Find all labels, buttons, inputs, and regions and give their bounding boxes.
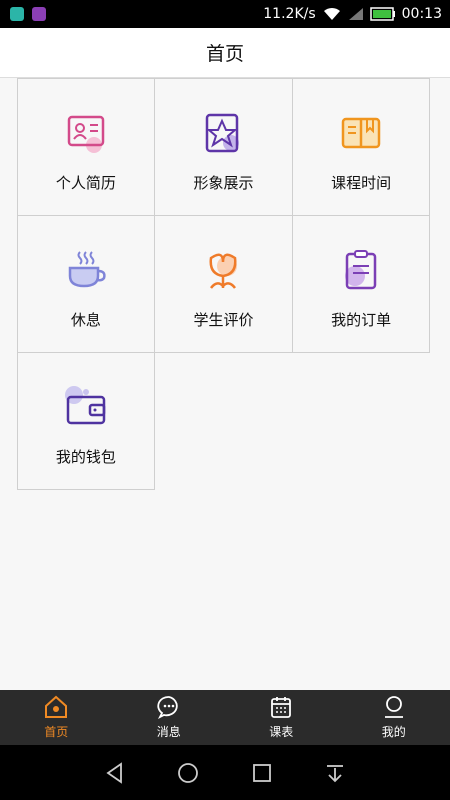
clock: 00:13 xyxy=(401,6,442,22)
home-circle-icon[interactable] xyxy=(176,761,200,785)
menu-item-label: 课程时间 xyxy=(331,173,392,192)
tab-label: 我的 xyxy=(381,725,406,739)
tab-messages[interactable]: 消息 xyxy=(113,690,226,745)
status-bar: 11.2K/s 00:13 xyxy=(0,0,450,28)
star-display-icon xyxy=(206,113,240,152)
system-nav-bar xyxy=(0,745,450,800)
battery-icon xyxy=(369,7,395,21)
menu-item-my-wallet[interactable]: 我的钱包 xyxy=(16,351,156,490)
tab-schedule[interactable]: 课表 xyxy=(225,690,338,745)
open-book-icon xyxy=(341,117,381,148)
page-title: 首页 xyxy=(205,43,244,65)
wifi-icon xyxy=(323,7,340,20)
notification-pull-down-icon[interactable] xyxy=(323,761,347,785)
menu-grid: 个人简历 形象展示 课程时间 休息 学生评价 我的订单 我的钱包 xyxy=(16,77,433,490)
menu-item-label: 学生评价 xyxy=(193,310,254,329)
menu-item-my-orders[interactable]: 我的订单 xyxy=(291,214,431,353)
menu-item-resume[interactable]: 个人简历 xyxy=(16,77,156,216)
bottom-tab-bar: 首页 消息 课表 我的 xyxy=(0,690,450,745)
recent-apps-icon[interactable] xyxy=(250,761,274,785)
calendar-icon xyxy=(271,697,292,718)
profile-icon xyxy=(384,696,403,718)
tab-profile[interactable]: 我的 xyxy=(338,690,450,745)
tab-label: 消息 xyxy=(156,725,181,739)
flower-icon xyxy=(209,253,238,289)
menu-item-course-time[interactable]: 课程时间 xyxy=(291,77,431,216)
menu-item-image-display[interactable]: 形象展示 xyxy=(154,77,293,216)
home-icon xyxy=(45,695,68,718)
menu-item-label: 形象展示 xyxy=(193,173,254,192)
menu-item-label: 休息 xyxy=(70,310,101,329)
app-notification-icon xyxy=(10,7,24,21)
menu-item-label: 个人简历 xyxy=(55,173,116,192)
tab-home[interactable]: 首页 xyxy=(0,690,113,745)
header: 首页 xyxy=(0,28,450,78)
back-icon[interactable] xyxy=(103,761,127,785)
menu-item-label: 我的订单 xyxy=(331,310,392,329)
menu-item-rest[interactable]: 休息 xyxy=(16,214,156,353)
wallet-icon xyxy=(64,385,106,424)
tab-label: 首页 xyxy=(44,725,69,739)
signal-icon xyxy=(348,8,363,20)
gallery-notification-icon xyxy=(32,7,46,21)
tab-label: 课表 xyxy=(269,725,294,739)
resume-icon xyxy=(67,115,105,153)
menu-item-student-review[interactable]: 学生评价 xyxy=(154,214,293,353)
menu-item-label: 我的钱包 xyxy=(55,447,116,466)
clipboard-icon xyxy=(345,249,377,289)
coffee-cup-icon xyxy=(68,250,106,287)
network-speed: 11.2K/s xyxy=(263,6,316,22)
message-icon xyxy=(157,696,178,719)
